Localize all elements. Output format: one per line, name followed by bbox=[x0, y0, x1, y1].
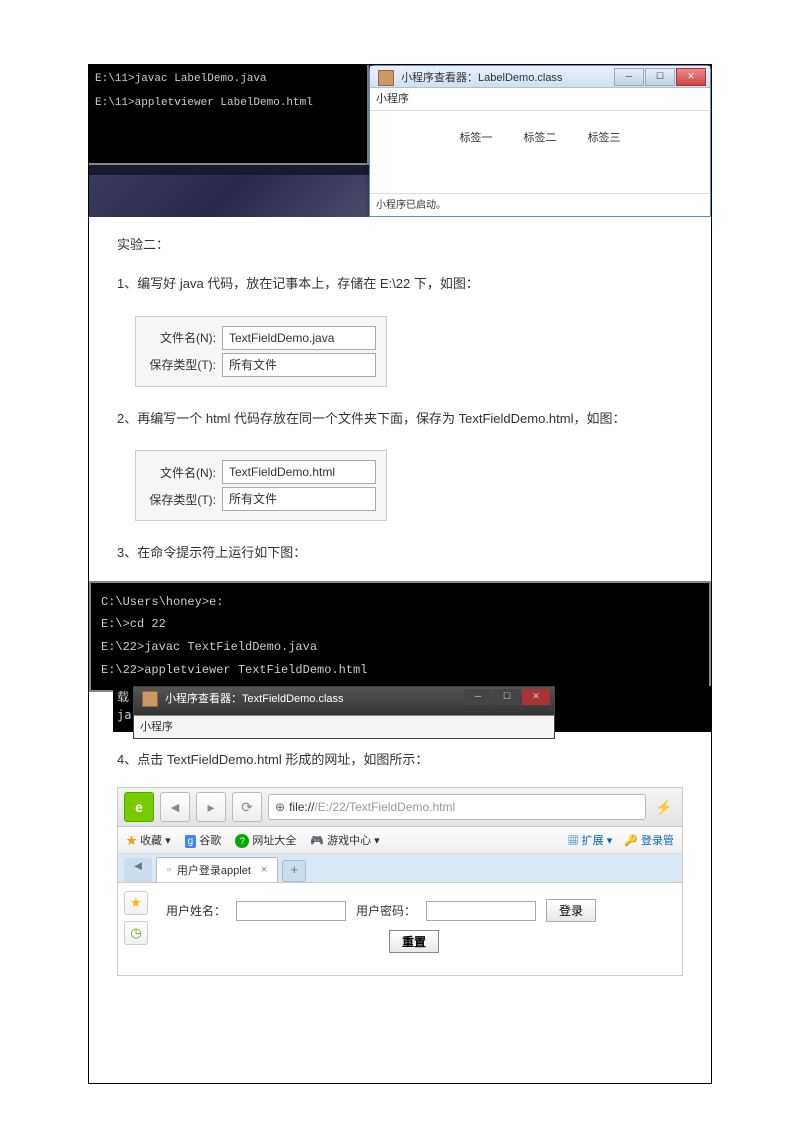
window-titlebar: 小程序查看器：TextFieldDemo.class ─ ☐ ✕ bbox=[134, 687, 554, 715]
filename-field[interactable]: TextFieldDemo.html bbox=[222, 460, 376, 484]
page-content: ★ ◷ 用户姓名： 用户密码： 登录 重置 bbox=[118, 882, 682, 975]
login-button[interactable]: 登录 bbox=[546, 899, 596, 922]
site-icon: ? bbox=[235, 834, 249, 848]
cmd-line: E:\22>appletviewer TextFieldDemo.html bbox=[101, 659, 699, 682]
status-bar: 小程序已启动。 bbox=[370, 193, 710, 216]
filename-label: 文件名(N): bbox=[146, 329, 216, 346]
filetype-field[interactable]: 所有文件 bbox=[222, 353, 376, 377]
tab-list-button[interactable]: ◄ bbox=[124, 858, 152, 882]
tab-title: 用户登录applet bbox=[177, 862, 251, 878]
minimize-button[interactable]: ─ bbox=[464, 689, 492, 705]
cmd-window-2: C:\Users\honey>e: E:\>cd 22 E:\22>javac … bbox=[89, 581, 711, 692]
step-4-text: 4、点击 TextFieldDemo.html 形成的网址，如图所示： bbox=[117, 748, 683, 771]
label-3: 标签三 bbox=[588, 132, 621, 144]
bolt-icon[interactable]: ⚡ bbox=[652, 795, 676, 819]
cmd-line: C:\Users\honey>e: bbox=[101, 591, 699, 614]
applet-viewer-window: 小程序查看器：LabelDemo.class ─ ☐ ✕ 小程序 标签一 标签二… bbox=[369, 65, 711, 217]
password-label: 用户密码： bbox=[356, 902, 416, 919]
star-icon: ★ bbox=[126, 835, 137, 847]
url-protocol: file:// bbox=[289, 800, 314, 814]
label-2: 标签二 bbox=[524, 132, 557, 144]
label-1: 标签一 bbox=[459, 132, 492, 144]
minimize-button[interactable]: ─ bbox=[614, 68, 644, 86]
maximize-button[interactable]: ☐ bbox=[645, 68, 675, 86]
tab-bar: ◄ ▫ 用户登录applet × + bbox=[118, 854, 682, 882]
reload-button[interactable]: ⟳ bbox=[232, 792, 262, 822]
shield-icon: ⊕ bbox=[275, 800, 285, 814]
google-icon: g bbox=[185, 835, 197, 848]
google-link[interactable]: 谷歌 bbox=[199, 835, 221, 847]
maximize-button[interactable]: ☐ bbox=[493, 689, 521, 705]
cmd-partial: ja bbox=[117, 708, 131, 722]
url-path: /E:/22/TextFieldDemo.html bbox=[314, 800, 455, 814]
login-form-row: 用户姓名： 用户密码： 登录 bbox=[166, 899, 662, 922]
cmd-line: E:\11>javac LabelDemo.java bbox=[95, 71, 361, 89]
screenshot-cmd-applet-1: E:\11>javac LabelDemo.java E:\11>appletv… bbox=[89, 65, 711, 217]
filetype-label: 保存类型(T): bbox=[146, 491, 216, 508]
page-icon: ▫ bbox=[167, 864, 171, 876]
filename-field[interactable]: TextFieldDemo.java bbox=[222, 326, 376, 350]
username-label: 用户姓名： bbox=[166, 902, 226, 919]
password-input[interactable] bbox=[426, 901, 536, 921]
extensions-link[interactable]: 扩展 bbox=[582, 835, 604, 847]
sites-link[interactable]: 网址大全 bbox=[252, 835, 296, 847]
forward-button[interactable]: ▸ bbox=[196, 792, 226, 822]
sidebar-star-icon[interactable]: ★ bbox=[124, 891, 148, 915]
browser-logo-icon[interactable]: e bbox=[124, 792, 154, 822]
new-tab-button[interactable]: + bbox=[282, 860, 306, 882]
browser-nav-bar: e ◄ ▸ ⟳ ⊕ file:///E:/22/TextFieldDemo.ht… bbox=[118, 788, 682, 827]
username-input[interactable] bbox=[236, 901, 346, 921]
login-mgr-link[interactable]: 登录管 bbox=[641, 835, 674, 847]
favorites-label[interactable]: 收藏 bbox=[140, 835, 162, 847]
filetype-field[interactable]: 所有文件 bbox=[222, 487, 376, 511]
applet-menu[interactable]: 小程序 bbox=[370, 88, 710, 111]
close-tab-icon[interactable]: × bbox=[261, 864, 267, 876]
cmd-partial: 载 bbox=[117, 688, 129, 705]
java-icon bbox=[378, 70, 394, 86]
step-3-text: 3、在命令提示符上运行如下图： bbox=[117, 541, 683, 564]
puzzle-icon: ▦ bbox=[568, 835, 579, 847]
experiment-title: 实验二： bbox=[117, 233, 683, 256]
desktop-background bbox=[89, 175, 369, 217]
cmd-window-1: E:\11>javac LabelDemo.java E:\11>appletv… bbox=[89, 65, 369, 165]
save-dialog-2: 文件名(N): TextFieldDemo.html 保存类型(T): 所有文件 bbox=[135, 450, 387, 521]
cmd-line: E:\11>appletviewer LabelDemo.html bbox=[95, 95, 361, 113]
sidebar-clock-icon[interactable]: ◷ bbox=[124, 921, 148, 945]
window-titlebar: 小程序查看器：LabelDemo.class ─ ☐ ✕ bbox=[370, 66, 710, 88]
java-icon bbox=[142, 691, 158, 707]
step-1-text: 1、编写好 java 代码，放在记事本上，存储在 E:\22 下，如图： bbox=[117, 272, 683, 295]
cmd-line: E:\22>javac TextFieldDemo.java bbox=[101, 636, 699, 659]
save-dialog-1: 文件名(N): TextFieldDemo.java 保存类型(T): 所有文件 bbox=[135, 316, 387, 387]
games-link[interactable]: 游戏中心 bbox=[327, 835, 371, 847]
bookmarks-bar: ★ 收藏 ▾ g 谷歌 ? 网址大全 🎮 游戏中心 ▾ ▦ 扩展 ▾ 🔑 登录管 bbox=[118, 827, 682, 854]
cmd-line: E:\>cd 22 bbox=[101, 613, 699, 636]
applet-menu[interactable]: 小程序 bbox=[134, 715, 554, 738]
address-bar[interactable]: ⊕ file:///E:/22/TextFieldDemo.html bbox=[268, 794, 646, 820]
back-button[interactable]: ◄ bbox=[160, 792, 190, 822]
close-button[interactable]: ✕ bbox=[522, 689, 550, 705]
filename-label: 文件名(N): bbox=[146, 464, 216, 481]
filetype-label: 保存类型(T): bbox=[146, 356, 216, 373]
step-2-text: 2、再编写一个 html 代码存放在同一个文件夹下面，保存为 TextField… bbox=[117, 407, 683, 430]
browser-screenshot: e ◄ ▸ ⟳ ⊕ file:///E:/22/TextFieldDemo.ht… bbox=[117, 787, 683, 976]
window-title-text: 小程序查看器：LabelDemo.class bbox=[401, 72, 562, 84]
window-title-text: 小程序查看器：TextFieldDemo.class bbox=[165, 693, 343, 705]
applet-content: 标签一 标签二 标签三 bbox=[370, 111, 710, 163]
applet-viewer-window-2: 载 ja 小程序查看器：TextFieldDemo.class ─ ☐ ✕ 小程… bbox=[113, 686, 711, 732]
browser-tab[interactable]: ▫ 用户登录applet × bbox=[156, 857, 278, 882]
close-button[interactable]: ✕ bbox=[676, 68, 706, 86]
reset-button[interactable]: 重置 bbox=[389, 930, 439, 953]
